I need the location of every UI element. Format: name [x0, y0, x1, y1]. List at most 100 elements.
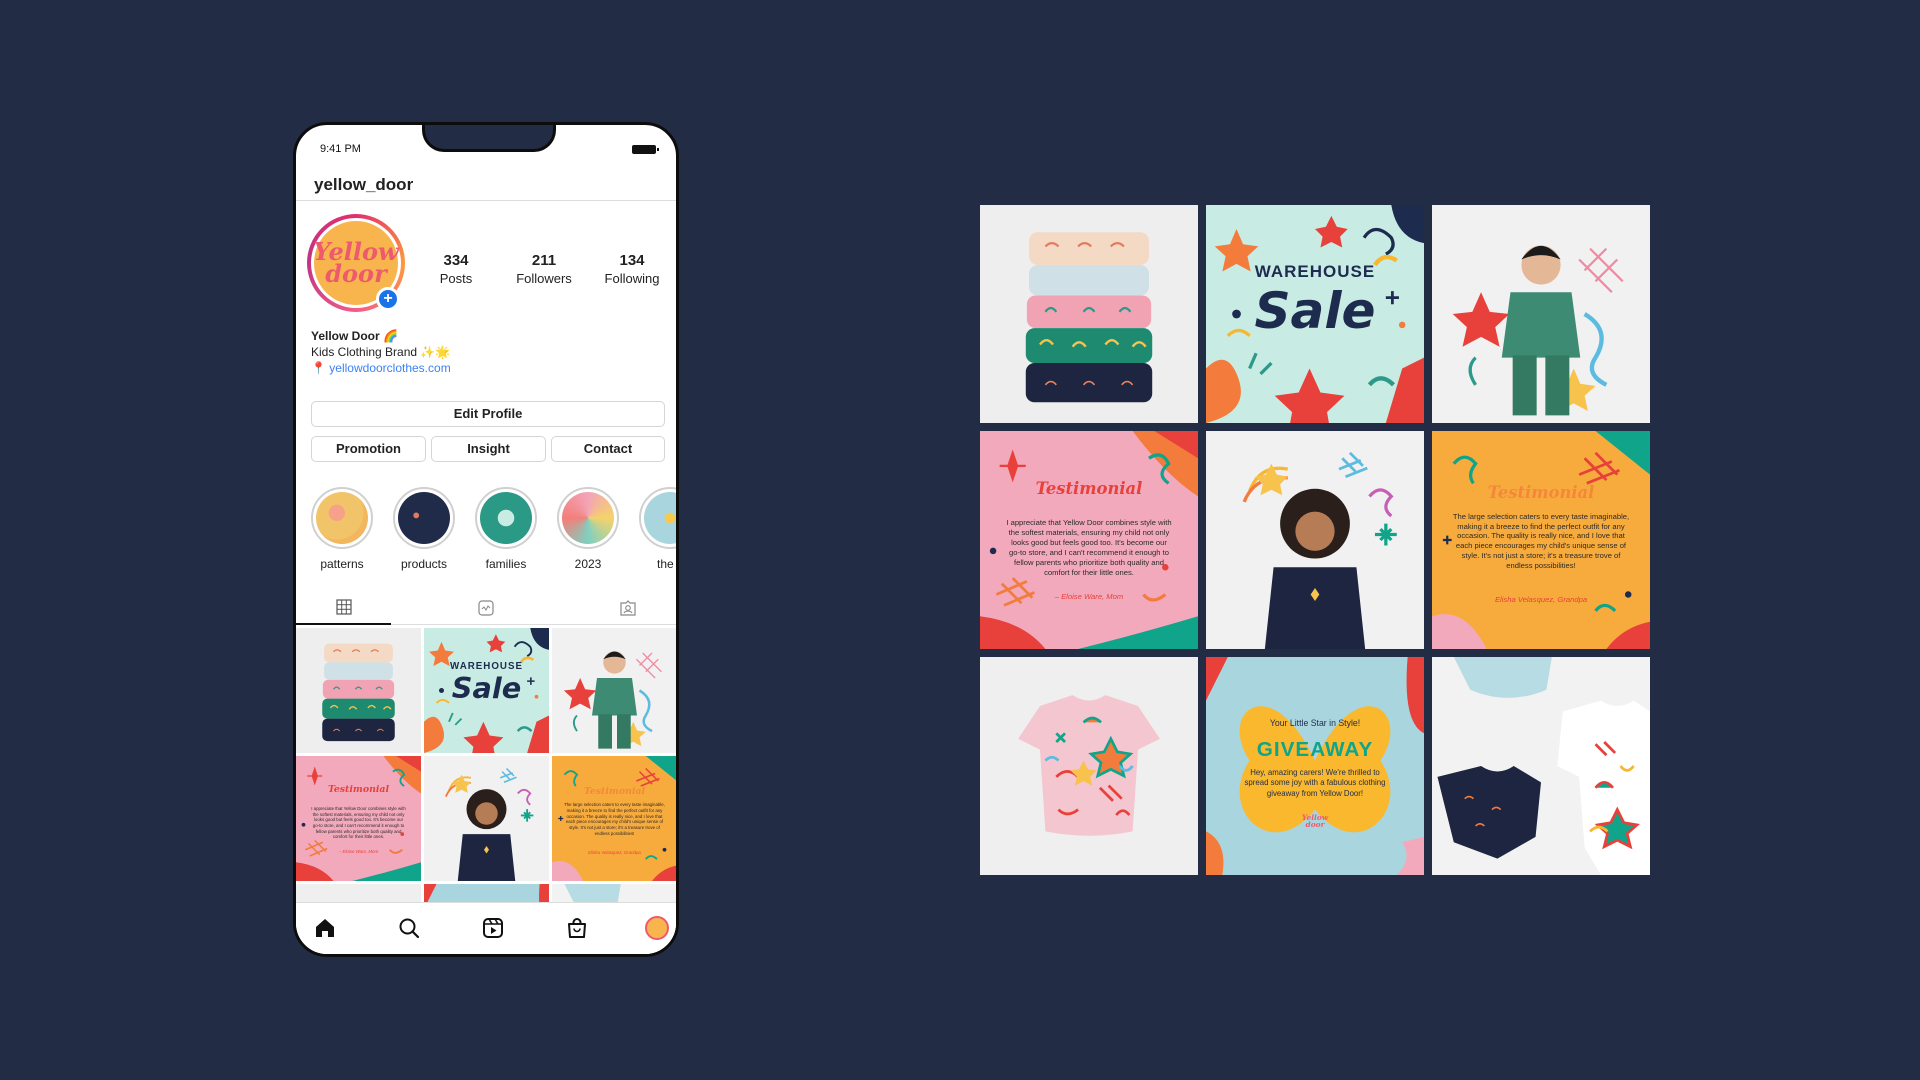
grid-icon — [335, 599, 352, 615]
testimonial-1-body: I appreciate that Yellow Door combines s… — [1006, 518, 1172, 577]
highlight-products-cover — [398, 492, 450, 544]
post-giveaway[interactable]: Your Little Star in Style! GIVEAWAY Hey,… — [1206, 657, 1424, 875]
phone-frame: 9:41 PM yellow_door Yellow door + 334 Po… — [293, 122, 679, 957]
tagged-icon — [619, 600, 636, 616]
post-girl[interactable] — [1206, 431, 1424, 649]
pin-icon: 📍 — [311, 361, 326, 375]
profile-bio: Yellow Door 🌈 Kids Clothing Brand ✨🌟 📍 y… — [311, 328, 451, 376]
boy-model-photo — [552, 628, 676, 753]
stat-followers-label: Followers — [516, 271, 572, 286]
stat-following[interactable]: 134 Following — [592, 252, 672, 286]
post-thumb-sale[interactable]: WAREHOUSE Sale — [424, 628, 549, 753]
highlight-patterns[interactable]: patterns — [309, 487, 375, 571]
edit-profile-button[interactable]: Edit Profile — [311, 401, 665, 427]
highlight-label: 2023 — [574, 557, 602, 571]
status-bar: 9:41 PM — [320, 143, 659, 159]
post-tshirt[interactable] — [980, 657, 1198, 875]
sweater-stack-illustration — [980, 205, 1198, 423]
highlight-patterns-cover — [316, 492, 368, 544]
testimonial-2-title: Testimonial — [1487, 483, 1595, 503]
testimonial-2-author: Elisha Velasquez, Grandpa — [588, 849, 641, 855]
sweater-stack-illustration — [296, 628, 421, 753]
testimonial-1-title: Testimonial — [327, 783, 390, 795]
shop-icon — [568, 918, 586, 938]
stat-posts-label: Posts — [439, 271, 473, 286]
search-icon — [399, 918, 420, 939]
sale-line2: Sale — [1254, 280, 1376, 340]
post-boy[interactable] — [1432, 205, 1650, 423]
giveaway-subtitle: Your Little Star in Style! — [1269, 718, 1361, 729]
stat-posts[interactable]: 334 Posts — [416, 252, 496, 286]
add-story-plus-icon[interactable]: + — [376, 287, 400, 311]
profile-tabs — [296, 591, 676, 625]
highlight-the-k-cover — [644, 492, 676, 544]
insight-button[interactable]: Insight — [431, 436, 546, 462]
post-sweaters[interactable] — [980, 205, 1198, 423]
sale-line1: WAREHOUSE — [1254, 261, 1376, 281]
testimonial-2-title: Testimonial — [583, 786, 646, 797]
girl-model-photo — [1206, 431, 1424, 649]
onesies-illustration — [1432, 657, 1650, 875]
nav-search[interactable] — [394, 913, 424, 943]
tab-tagged[interactable] — [580, 591, 675, 625]
post-testimonial-1[interactable]: Testimonial I appreciate that Yellow Doo… — [980, 431, 1198, 649]
tshirt-illustration — [980, 657, 1198, 875]
post-onesies[interactable] — [1432, 657, 1650, 875]
nav-home[interactable] — [310, 913, 340, 943]
post-thumb-testimonial-2[interactable]: Testimonial The large selection caters t… — [552, 756, 677, 881]
post-thumb-boy[interactable] — [552, 628, 677, 753]
stat-following-label: Following — [604, 271, 660, 286]
highlight-2023-cover — [562, 492, 614, 544]
stat-following-value: 134 — [619, 252, 645, 269]
tab-reels[interactable] — [438, 591, 533, 625]
promotion-button[interactable]: Promotion — [311, 436, 426, 462]
testimonial-2-body: The large selection caters to every tast… — [1452, 511, 1630, 571]
bio-name: Yellow Door 🌈 — [311, 329, 398, 343]
testimonial-1-title: Testimonial — [1035, 478, 1143, 498]
contact-button[interactable]: Contact — [551, 436, 665, 462]
highlight-label: families — [485, 557, 527, 571]
post-testimonial-2[interactable]: Testimonial The large selection caters t… — [1432, 431, 1650, 649]
home-icon — [316, 919, 334, 937]
highlight-families[interactable]: families — [473, 487, 539, 571]
tab-grid[interactable] — [296, 591, 391, 625]
highlight-label: the k — [656, 557, 676, 571]
post-warehouse-sale[interactable]: WAREHOUSE Sale — [1206, 205, 1424, 423]
giveaway-body: Hey, amazing carers! We're thrilled to s… — [1244, 768, 1386, 798]
profile-icon — [645, 916, 669, 940]
battery-icon — [632, 145, 659, 154]
giveaway-background — [1206, 657, 1424, 875]
boy-model-photo — [1432, 205, 1650, 423]
post-thumb-testimonial-1[interactable]: Testimonial I appreciate that Yellow Doo… — [296, 756, 421, 881]
highlight-products[interactable]: products — [391, 487, 457, 571]
testimonial-1-author: – Eloise Ware, Mom — [1054, 592, 1124, 602]
highlight-label: products — [400, 557, 448, 571]
testimonial-2-author: Elisha Velasquez, Grandpa — [1494, 594, 1588, 604]
bio-link[interactable]: yellowdoorclothes.com — [329, 361, 450, 375]
nav-reels[interactable] — [478, 913, 508, 943]
post-thumb-girl[interactable] — [424, 756, 549, 881]
testimonial-1-body: I appreciate that Yellow Door combines s… — [311, 806, 406, 840]
stat-followers[interactable]: 211 Followers — [504, 252, 584, 286]
girl-model-photo — [424, 756, 549, 881]
sale-line2: Sale — [451, 671, 522, 706]
reels-icon — [477, 600, 494, 616]
highlight-label: patterns — [320, 557, 364, 571]
highlight-2023[interactable]: 2023 — [555, 487, 621, 571]
profile-username[interactable]: yellow_door — [314, 175, 413, 195]
stat-followers-value: 211 — [531, 252, 557, 269]
sale-line1: WAREHOUSE — [450, 660, 523, 672]
reels-icon — [483, 918, 503, 938]
nav-profile[interactable] — [642, 913, 672, 943]
stat-posts-value: 334 — [443, 252, 469, 269]
highlight-the-k[interactable]: the k — [637, 487, 676, 571]
profile-header: yellow_door — [296, 171, 676, 201]
bio-tagline: Kids Clothing Brand ✨🌟 — [311, 345, 451, 359]
bottom-nav — [296, 902, 676, 954]
avatar-logo-line2: door — [325, 259, 387, 288]
giveaway-logo: Yellow door — [1301, 812, 1329, 830]
post-thumb-sweaters[interactable] — [296, 628, 421, 753]
testimonial-1-author: – Eloise Ware, Mom — [338, 848, 379, 854]
nav-shop[interactable] — [562, 913, 592, 943]
giveaway-title: GIVEAWAY — [1256, 737, 1374, 761]
